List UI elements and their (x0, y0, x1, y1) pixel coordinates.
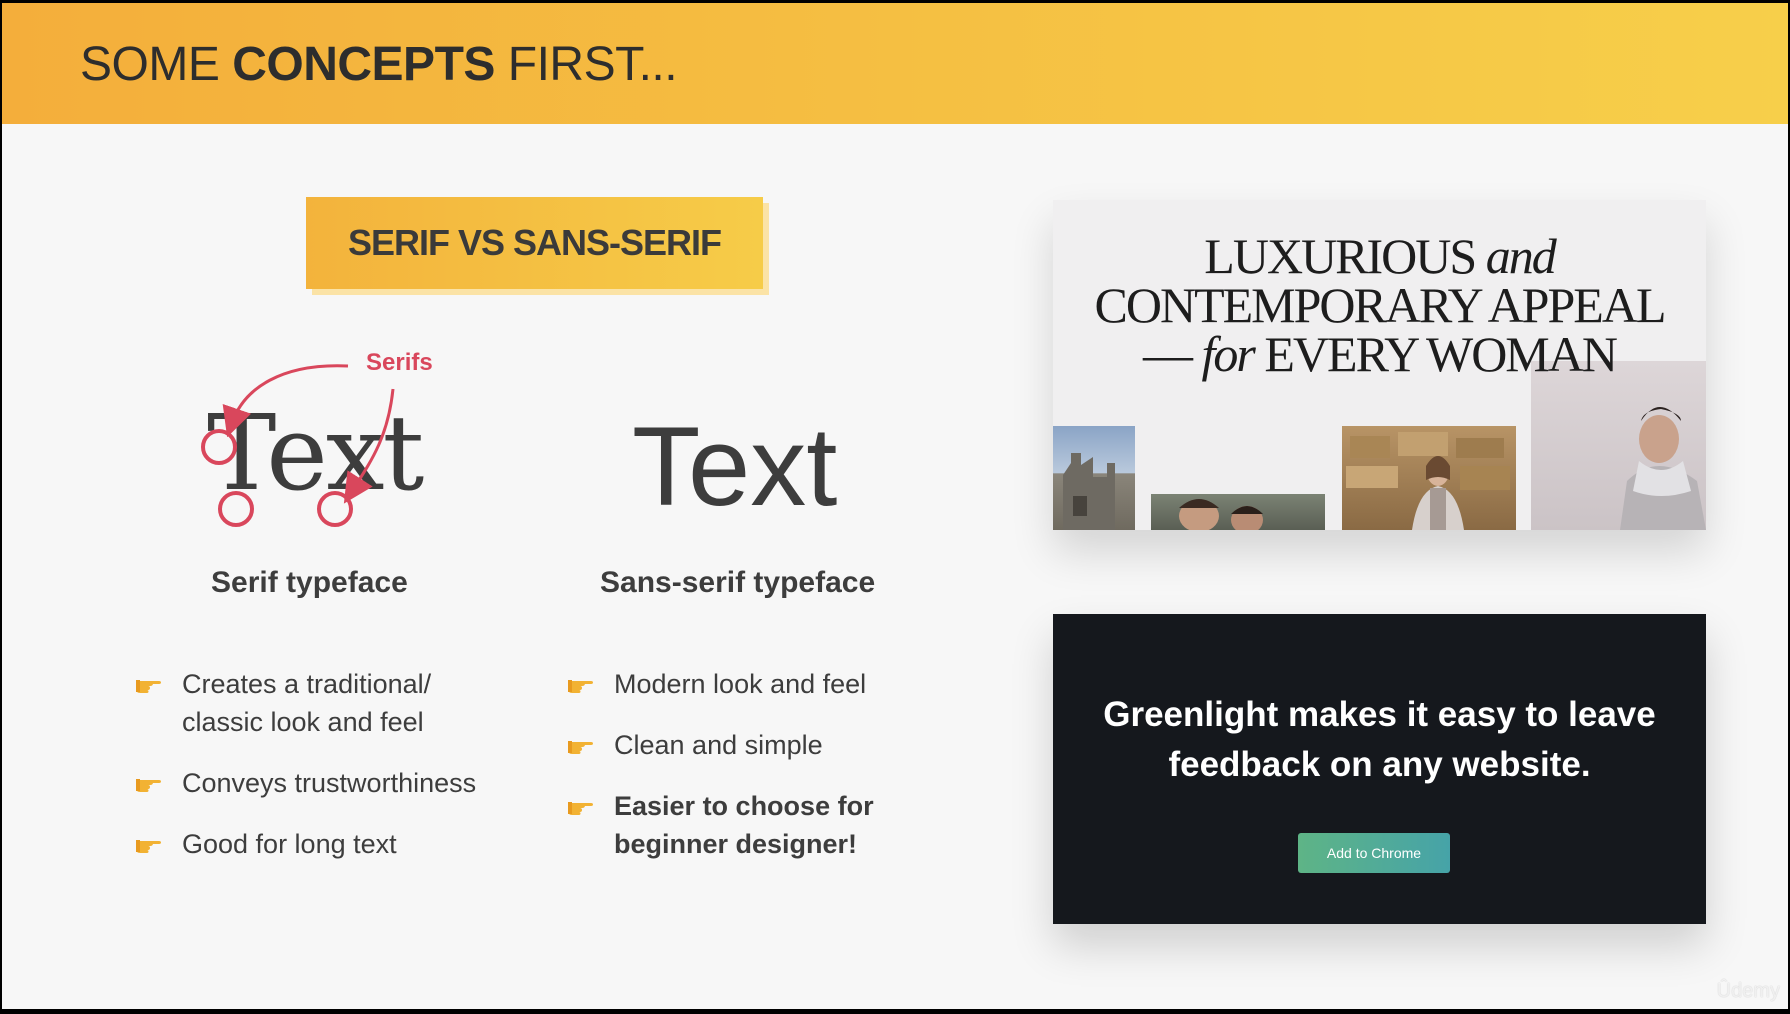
woman-in-scarf-image (1620, 407, 1706, 530)
pointing-hand-icon (136, 779, 161, 792)
sans-bullet-3: Easier to choose for beginner designer! (614, 791, 874, 859)
sans-bullet-1: Modern look and feel (614, 669, 867, 699)
list-item: Easier to choose for beginner designer! (566, 787, 906, 863)
sans-bullet-2: Clean and simple (614, 730, 823, 760)
slide: SOME CONCEPTS FIRST... SERIF VS SANS-SER… (2, 3, 1788, 1009)
sans-serif-text-sample: Text (632, 404, 838, 529)
section-label-box: SERIF VS SANS-SERIF (306, 197, 763, 289)
serif-bullet-2: Conveys trustworthiness (182, 768, 477, 798)
greenlight-headline: Greenlight makes it easy to leave feedba… (1103, 695, 1656, 784)
add-to-chrome-button[interactable]: Add to Chrome (1298, 833, 1450, 873)
serif-website-example: LUXURIOUS and CONTEMPORARY APPEAL — for … (1053, 200, 1706, 530)
serif-bullet-3: Good for long text (182, 829, 397, 859)
list-item: Good for long text (134, 825, 514, 863)
page-title: SOME CONCEPTS FIRST... (80, 38, 678, 91)
serif-circle-bottom-left (218, 491, 254, 527)
pointing-hand-icon (136, 680, 161, 693)
pointing-hand-icon (568, 680, 593, 693)
serif-circle-bottom-right (317, 491, 353, 527)
udemy-watermark: Ûdemy (1716, 980, 1780, 1002)
serifs-annotation-label: Serifs (366, 349, 433, 376)
sans-serif-bullet-list: Modern look and feel Clean and simple Ea… (566, 665, 906, 886)
list-item: Creates a traditional/ classic look and … (134, 665, 514, 741)
serif-headline: LUXURIOUS and CONTEMPORARY APPEAL — for … (1094, 228, 1667, 382)
pointing-hand-icon (136, 840, 161, 853)
list-item: Modern look and feel (566, 665, 906, 703)
header-bar: SOME CONCEPTS FIRST... (2, 3, 1788, 124)
people-photo (1151, 494, 1325, 530)
pointing-hand-icon (568, 802, 593, 815)
ruins-photo (1053, 426, 1135, 530)
serif-column-title: Serif typeface (211, 566, 408, 599)
section-label: SERIF VS SANS-SERIF (347, 222, 722, 263)
serif-bullet-1: Creates a traditional/ classic look and … (182, 669, 432, 737)
model-photo-right (1531, 361, 1706, 530)
serif-bullet-list: Creates a traditional/ classic look and … (134, 665, 514, 886)
serif-circle-top (201, 429, 237, 465)
stone-wall-model-photo (1342, 426, 1516, 530)
serif-arrow-left (222, 364, 349, 438)
list-item: Clean and simple (566, 726, 906, 764)
sans-serif-website-example: Greenlight makes it easy to leave feedba… (1053, 614, 1706, 924)
list-item: Conveys trustworthiness (134, 764, 514, 802)
serif-arrow-right (343, 388, 395, 504)
sans-serif-column-title: Sans-serif typeface (600, 566, 876, 599)
pointing-hand-icon (568, 741, 593, 754)
